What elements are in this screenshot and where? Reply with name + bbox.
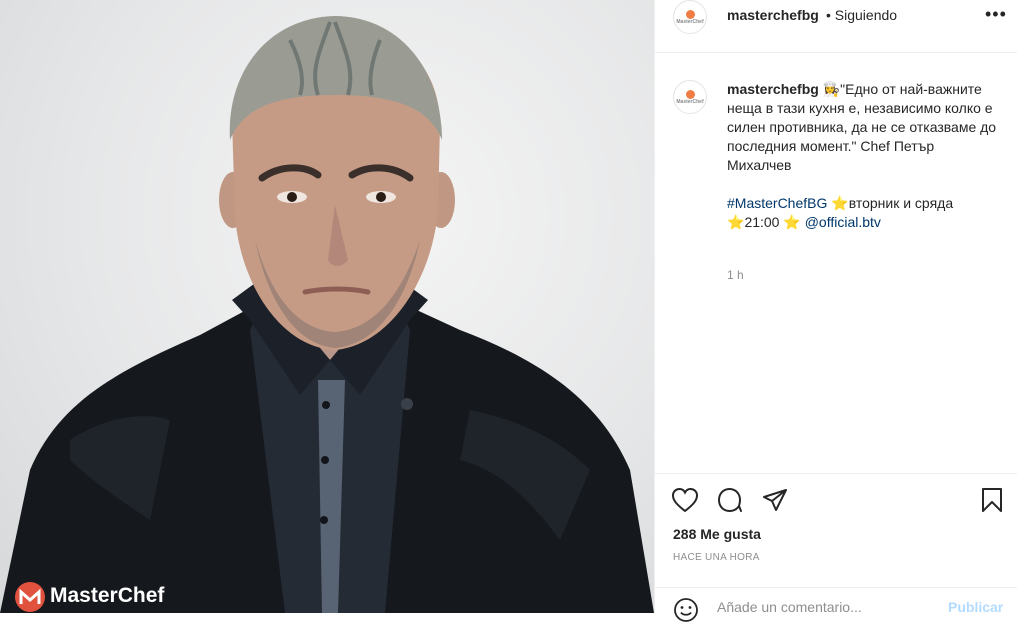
mention-link[interactable]: @official.btv	[805, 214, 881, 230]
post-header: MasterChef masterchefbg • Siguiendo •••	[655, 0, 1017, 53]
like-count[interactable]: 288 Me gusta	[673, 526, 761, 542]
chef-portrait	[0, 16, 654, 613]
header-username[interactable]: masterchefbg	[727, 7, 819, 23]
comment-box: Publicar	[655, 587, 1017, 628]
hashtag-link[interactable]: #MasterChefBG	[727, 195, 827, 211]
save-bookmark-icon[interactable]	[980, 486, 1004, 514]
post-side-panel: MasterChef masterchefbg • Siguiendo ••• …	[654, 0, 1017, 622]
post-caption: masterchefbg 👩‍🍳"Едно от най-важните нещ…	[727, 80, 997, 232]
comment-icon[interactable]	[716, 487, 744, 513]
brand-logo-icon	[685, 89, 695, 99]
post-photo: MasterChef	[0, 0, 654, 613]
chef-emoji-icon: 👩‍🍳	[822, 81, 841, 97]
more-options-icon[interactable]: •••	[985, 4, 1007, 25]
brand-logo-icon	[685, 9, 695, 19]
caption-time: 21:00	[744, 214, 780, 230]
avatar-label: MasterChef	[676, 18, 704, 25]
avatar-label: MasterChef	[676, 98, 704, 105]
follow-status[interactable]: • Siguiendo	[826, 7, 897, 23]
post-actions: 288 Me gusta HACE UNA HORA Publicar	[655, 473, 1017, 622]
share-icon[interactable]	[761, 487, 789, 513]
post-time-ago: HACE UNA HORA	[673, 552, 760, 563]
avatar[interactable]: MasterChef	[673, 0, 707, 34]
star-icon: ⭐	[831, 195, 849, 211]
comment-input[interactable]	[715, 598, 939, 616]
star-icon: ⭐	[783, 214, 801, 230]
caption-avatar[interactable]: MasterChef	[673, 80, 707, 114]
heart-icon[interactable]	[671, 487, 699, 513]
caption-username[interactable]: masterchefbg	[727, 81, 819, 97]
caption-timestamp[interactable]: 1 h	[727, 268, 744, 282]
star-icon: ⭐	[727, 214, 745, 230]
masterchef-watermark: MasterChef	[50, 584, 165, 607]
emoji-icon[interactable]	[673, 597, 699, 623]
caption-days: вторник и сряда	[848, 195, 954, 211]
